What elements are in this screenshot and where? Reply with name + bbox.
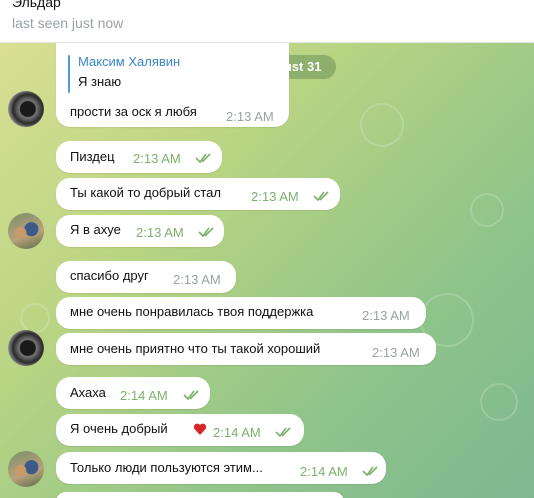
message-bubble[interactable]: спасибо друг 2:13 AM — [56, 261, 236, 293]
contact-status: last seen just now — [12, 15, 124, 31]
message-text: мне очень понравилась твоя поддержка — [70, 304, 314, 319]
message-time: 2:13 AM — [372, 345, 420, 360]
message-time: 2:14 AM — [300, 464, 348, 479]
message-bubble[interactable]: Я в ахуе 2:13 AM — [56, 215, 224, 247]
avatar[interactable] — [8, 91, 44, 127]
message-bubble[interactable]: Я очень добрый 2:14 AM — [56, 414, 304, 446]
reply-author[interactable]: Максим Халявин — [78, 54, 180, 69]
message-time: 2:14 AM — [120, 388, 168, 403]
message-text: Пиздец — [70, 149, 115, 164]
message-time: 2:13 AM — [226, 109, 274, 124]
wallpaper-doodle — [360, 103, 404, 147]
message-text: Ты какой то добрый стал — [70, 185, 221, 200]
wallpaper-doodle — [20, 303, 50, 333]
avatar[interactable] — [8, 330, 44, 366]
message-bubble[interactable]: мне очень понравилась твоя поддержка 2:1… — [56, 297, 426, 329]
double-check-icon — [362, 466, 378, 477]
message-time: 2:13 AM — [173, 272, 221, 287]
reply-indicator — [68, 55, 70, 93]
message-bubble[interactable]: Максим Халявин Я знаю прости за оск я лю… — [56, 43, 289, 127]
message-bubble[interactable]: Ты какой то добрый стал 2:13 AM — [56, 178, 340, 210]
double-check-icon — [183, 390, 199, 401]
message-text: Ахаха — [70, 385, 106, 400]
contact-name[interactable]: Эльдар — [12, 0, 61, 10]
wallpaper-doodle — [470, 193, 504, 227]
message-bubble[interactable]: Пиздец 2:13 AM — [56, 141, 222, 173]
message-time: 2:13 AM — [133, 151, 181, 166]
message-time: 2:13 AM — [136, 225, 184, 240]
message-bubble[interactable] — [56, 492, 344, 498]
message-text: прости за оск я любя — [70, 104, 197, 119]
avatar[interactable] — [8, 451, 44, 487]
message-text: спасибо друг — [70, 268, 149, 283]
double-check-icon — [275, 427, 291, 438]
message-text: Я очень добрый — [70, 421, 168, 436]
heart-icon — [193, 423, 207, 435]
message-bubble[interactable]: Ахаха 2:14 AM — [56, 377, 210, 409]
double-check-icon — [313, 191, 329, 202]
reply-text[interactable]: Я знаю — [78, 74, 121, 89]
double-check-icon — [198, 227, 214, 238]
avatar[interactable] — [8, 213, 44, 249]
message-time: 2:14 AM — [213, 425, 261, 440]
message-text: мне очень приятно что ты такой хороший — [70, 341, 321, 356]
chat-header[interactable]: Эльдар last seen just now — [0, 0, 534, 43]
message-time: 2:13 AM — [362, 308, 410, 323]
double-check-icon — [195, 153, 211, 164]
message-time: 2:13 AM — [251, 189, 299, 204]
chat-area[interactable]: August 31 Максим Халявин Я знаю прости з… — [0, 43, 534, 498]
message-bubble[interactable]: мне очень приятно что ты такой хороший 2… — [56, 333, 436, 365]
message-text: Только люди пользуются этим... — [70, 460, 263, 475]
message-text: Я в ахуе — [70, 222, 121, 237]
message-bubble[interactable]: Только люди пользуются этим... 2:14 AM — [56, 452, 386, 484]
wallpaper-doodle — [480, 383, 518, 421]
